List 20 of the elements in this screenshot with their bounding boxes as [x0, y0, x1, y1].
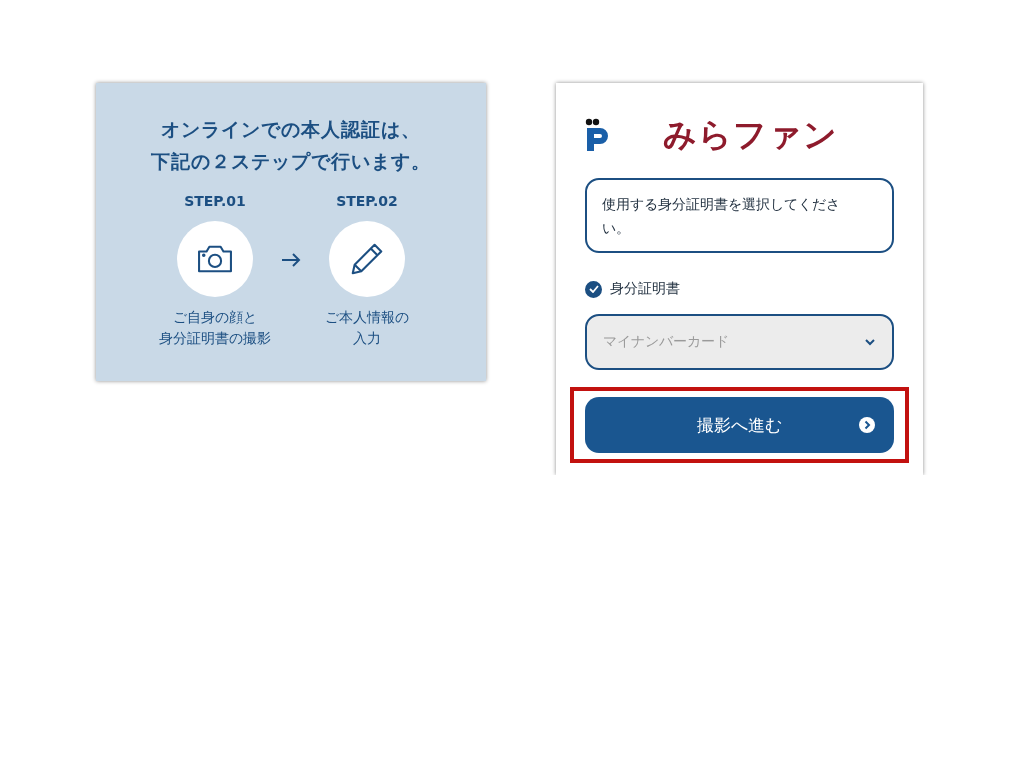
instruction-text: 使用する身分証明書を選択してください。: [585, 178, 894, 253]
chevron-down-icon: [865, 339, 875, 346]
check-icon: [588, 285, 599, 293]
caption-line: ご自身の顔と: [173, 308, 257, 327]
proceed-button[interactable]: 撮影へ進む: [585, 397, 894, 453]
chevron-right-icon: [859, 417, 875, 433]
arrow-icon: [281, 253, 301, 267]
checkbox[interactable]: [585, 280, 602, 298]
heading-line: オンラインでの本人認証は、: [161, 117, 421, 142]
caption-line: ご本人情報の: [325, 308, 409, 327]
caption-line: 身分証明書の撮影: [159, 329, 271, 348]
step-label: STEP.02: [336, 193, 398, 209]
pencil-icon: [351, 243, 383, 275]
step-label: STEP.01: [184, 193, 246, 209]
camera-icon: [198, 245, 232, 273]
checkbox-label: 身分証明書: [610, 280, 680, 298]
caption-line: 入力: [353, 329, 381, 348]
brand-name: みらファン: [663, 113, 838, 156]
logo-icon: [585, 118, 608, 151]
heading-line: 下記の２ステップで行います。: [151, 149, 431, 174]
